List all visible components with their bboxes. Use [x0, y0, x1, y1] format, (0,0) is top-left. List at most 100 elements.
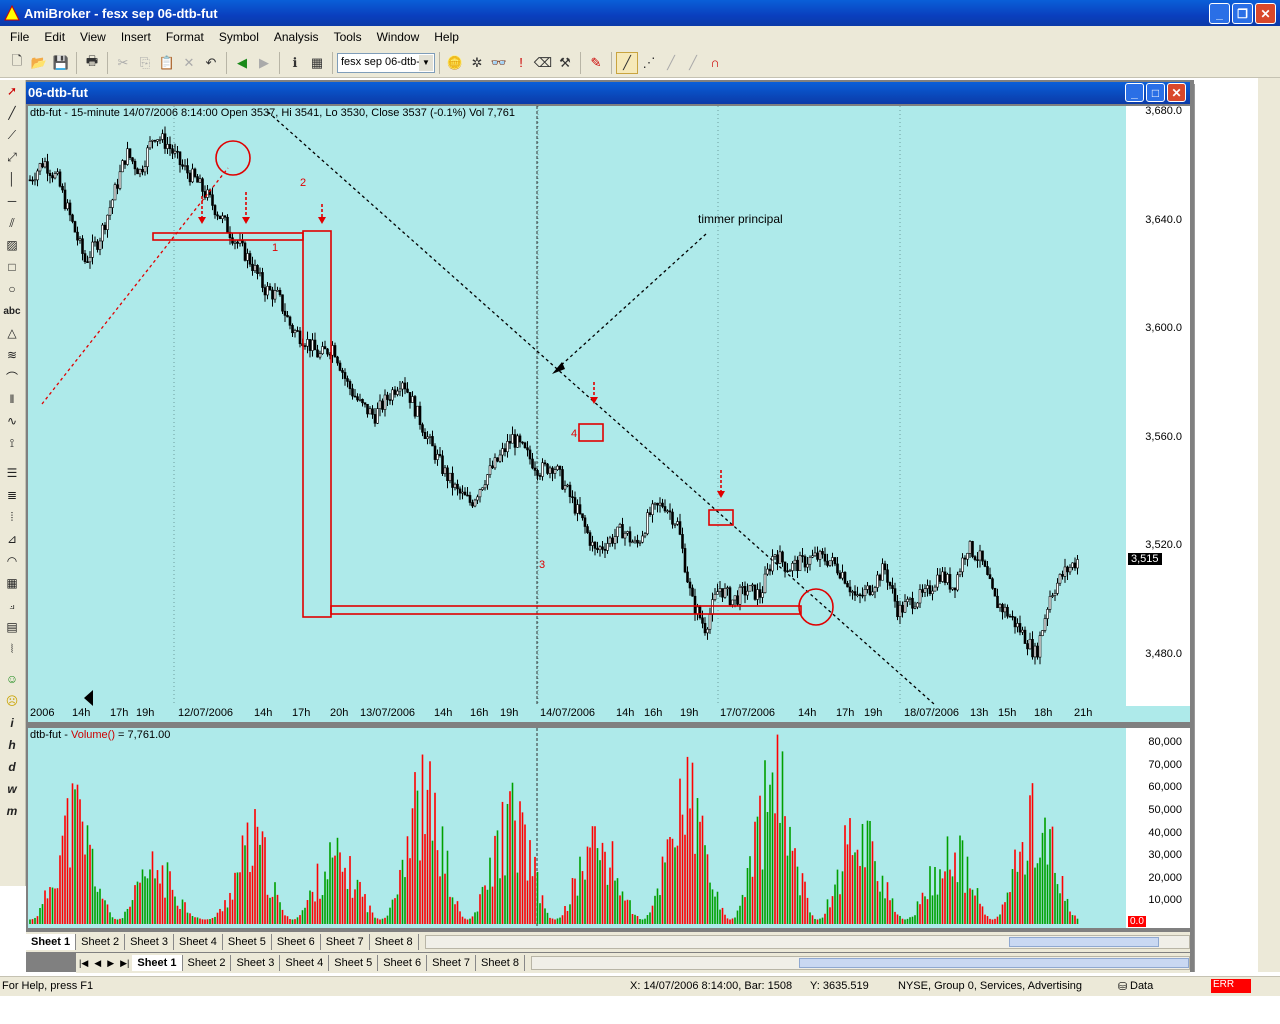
- alert-icon[interactable]: !: [510, 52, 532, 74]
- print-icon[interactable]: 🖶: [81, 52, 103, 74]
- tab-sheet-7[interactable]: Sheet 7: [321, 934, 370, 950]
- fan-icon[interactable]: ⊿: [0, 528, 24, 550]
- tab-sheet-2[interactable]: Sheet 2: [76, 934, 126, 950]
- cut-icon[interactable]: ✂: [112, 52, 134, 74]
- tab-sheet-8[interactable]: Sheet 8: [476, 955, 525, 971]
- tab-sheet-5[interactable]: Sheet 5: [329, 955, 379, 971]
- smiley-up-icon[interactable]: ☺: [0, 668, 24, 690]
- menu-view[interactable]: View: [80, 30, 106, 44]
- ellipse-icon[interactable]: ○: [0, 278, 24, 300]
- menu-analysis[interactable]: Analysis: [274, 30, 319, 44]
- symbol-select[interactable]: fesx sep 06-dtb- ▼: [337, 52, 435, 73]
- save-icon[interactable]: 💾: [50, 52, 72, 74]
- restore-button[interactable]: ❐: [1232, 3, 1253, 24]
- menu-insert[interactable]: Insert: [121, 30, 151, 44]
- tab-sheet-3[interactable]: Sheet 3: [125, 934, 174, 950]
- scrollbar-thumb[interactable]: [1009, 937, 1159, 947]
- horizontal-line-icon[interactable]: ─: [0, 190, 24, 212]
- forward-icon[interactable]: ▶: [253, 52, 275, 74]
- tab-sheet-2[interactable]: Sheet 2: [183, 955, 232, 971]
- open-icon[interactable]: 📂: [28, 52, 50, 74]
- pitchfork-icon[interactable]: ⟟: [0, 432, 24, 454]
- thick-line-icon[interactable]: ╱: [660, 52, 682, 74]
- eraser-icon[interactable]: ⌫: [532, 52, 554, 74]
- tab-nav-0-icon[interactable]: |◀: [76, 958, 91, 969]
- vertical-line-icon[interactable]: │: [0, 168, 24, 190]
- text-icon[interactable]: abc: [0, 300, 24, 322]
- menu-window[interactable]: Window: [377, 30, 420, 44]
- tab-nav-2-icon[interactable]: ▶: [104, 958, 117, 969]
- minimize-button[interactable]: _: [1209, 3, 1230, 24]
- symbol-d-icon[interactable]: d: [0, 756, 24, 778]
- tab-sheet-8[interactable]: Sheet 8: [370, 934, 419, 950]
- channel-icon[interactable]: ▨: [0, 234, 24, 256]
- symbol-h-icon[interactable]: h: [0, 734, 24, 756]
- chart-restore-button[interactable]: □: [1146, 83, 1165, 102]
- chart-close-button[interactable]: ✕: [1167, 83, 1186, 102]
- menu-tools[interactable]: Tools: [334, 30, 362, 44]
- tab-sheet-7[interactable]: Sheet 7: [427, 955, 477, 971]
- rectangle-icon[interactable]: □: [0, 256, 24, 278]
- delete-icon[interactable]: ✕: [178, 52, 200, 74]
- tab-sheet-1[interactable]: Sheet 1: [132, 955, 183, 971]
- ray-icon[interactable]: ⟋: [0, 124, 24, 146]
- extended-line-icon[interactable]: ⤢: [0, 146, 24, 168]
- fib-timezones-icon[interactable]: ⦙: [0, 506, 24, 528]
- magnet-icon[interactable]: ∩: [704, 52, 726, 74]
- thin-line-icon[interactable]: ╱: [682, 52, 704, 74]
- tab-nav-3-icon[interactable]: ▶|: [117, 958, 132, 969]
- chart-minimize-button[interactable]: _: [1125, 83, 1144, 102]
- smiley-down-icon[interactable]: ☹: [0, 690, 24, 712]
- price-chart[interactable]: 1 2 3 4 timmer principal: [28, 106, 1126, 706]
- new-icon[interactable]: 🗋: [6, 52, 28, 74]
- cycles-icon[interactable]: ‖: [0, 388, 24, 410]
- gann-fan-icon[interactable]: ⟓: [0, 594, 24, 616]
- menu-symbol[interactable]: Symbol: [219, 30, 259, 44]
- select-arrow-icon[interactable]: ➚: [0, 80, 24, 102]
- arcs-icon[interactable]: ◠: [0, 550, 24, 572]
- menu-edit[interactable]: Edit: [44, 30, 65, 44]
- copy-icon[interactable]: ⎘: [134, 52, 156, 74]
- triangle-icon[interactable]: △: [0, 322, 24, 344]
- chevron-down-icon[interactable]: ▼: [419, 54, 433, 71]
- symbol-m-icon[interactable]: m: [0, 800, 24, 822]
- back-icon[interactable]: ◀: [231, 52, 253, 74]
- glasses-icon[interactable]: 👓: [488, 52, 510, 74]
- tab-sheet-6[interactable]: Sheet 6: [378, 955, 428, 971]
- dotted-line-icon[interactable]: ⋰: [638, 52, 660, 74]
- undo-icon[interactable]: ↶: [200, 52, 222, 74]
- info-icon[interactable]: ℹ: [284, 52, 306, 74]
- horizontal-scrollbar[interactable]: [424, 935, 1190, 949]
- fib-retracement-icon[interactable]: ☰: [0, 462, 24, 484]
- settings-icon[interactable]: ✲: [466, 52, 488, 74]
- database-icon[interactable]: 🪙: [444, 52, 466, 74]
- tab-sheet-4[interactable]: Sheet 4: [174, 934, 223, 950]
- menu-file[interactable]: File: [10, 30, 29, 44]
- close-button[interactable]: ✕: [1255, 3, 1276, 24]
- horizontal-scrollbar[interactable]: [530, 956, 1190, 970]
- tab-sheet-5[interactable]: Sheet 5: [223, 934, 272, 950]
- tab-sheet-3[interactable]: Sheet 3: [231, 955, 281, 971]
- volume-chart[interactable]: [28, 728, 1126, 928]
- symbol-w-icon[interactable]: w: [0, 778, 24, 800]
- trendline-icon[interactable]: ╱: [0, 102, 24, 124]
- zigzag-icon[interactable]: ∿: [0, 410, 24, 432]
- tab-sheet-4[interactable]: Sheet 4: [280, 955, 330, 971]
- tab-sheet-6[interactable]: Sheet 6: [272, 934, 321, 950]
- speed-lines-icon[interactable]: ⦚: [0, 638, 24, 660]
- solid-line-icon[interactable]: ╱: [616, 51, 638, 74]
- parallel-lines-icon[interactable]: ⫽: [0, 212, 24, 234]
- symbol-i-icon[interactable]: i: [0, 712, 24, 734]
- gann-grid-icon[interactable]: ▦: [0, 572, 24, 594]
- hammer-icon[interactable]: ⚒: [554, 52, 576, 74]
- menu-format[interactable]: Format: [166, 30, 204, 44]
- gann-square-icon[interactable]: ▤: [0, 616, 24, 638]
- scrollbar-thumb[interactable]: [799, 958, 1189, 968]
- arc-icon[interactable]: ⌒: [0, 366, 24, 388]
- tab-sheet-1[interactable]: Sheet 1: [26, 934, 77, 950]
- fibonacci-icon[interactable]: ≋: [0, 344, 24, 366]
- tab-nav-1-icon[interactable]: ◀: [91, 958, 104, 969]
- properties-icon[interactable]: ▦: [306, 52, 328, 74]
- fib-extension-icon[interactable]: ≣: [0, 484, 24, 506]
- color-pen-icon[interactable]: ✎: [585, 52, 607, 74]
